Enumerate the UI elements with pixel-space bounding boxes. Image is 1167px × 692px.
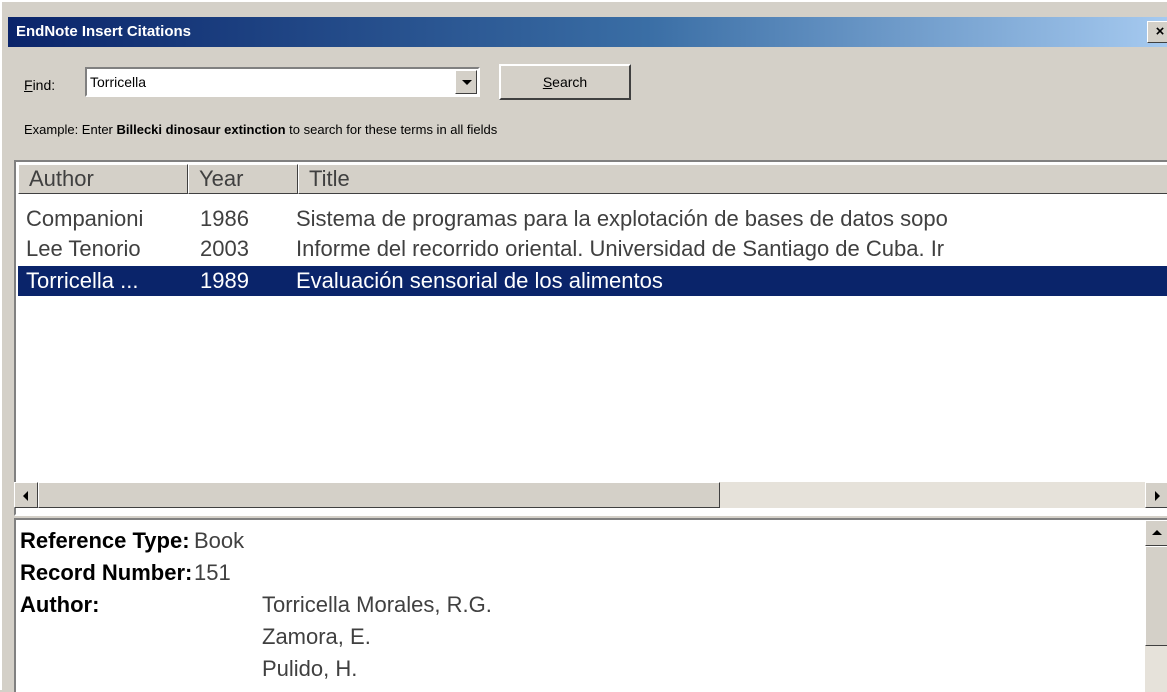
scroll-left-icon[interactable] — [14, 482, 38, 508]
list-item[interactable]: Companioni 1986 Sistema de programas par… — [18, 204, 1167, 234]
find-label-rest: ind: — [32, 77, 56, 93]
author-value: Torricella Morales, R.G. — [262, 592, 492, 617]
scroll-up-icon[interactable] — [1145, 520, 1167, 546]
example-terms: Billecki dinosaur extinction — [116, 122, 286, 137]
close-button[interactable]: × — [1147, 21, 1167, 43]
horizontal-scroll-thumb[interactable] — [38, 482, 720, 508]
vertical-scroll-thumb[interactable] — [1145, 546, 1167, 646]
record-number-label: Record Number: — [20, 560, 193, 585]
column-header-author[interactable]: Author — [18, 164, 188, 194]
cell-author: Lee Tenorio — [26, 236, 141, 261]
cell-year: 2003 — [200, 236, 249, 261]
reference-type-label: Reference Type: — [20, 528, 190, 553]
find-label: Find: — [24, 77, 55, 93]
example-prefix: Example: Enter — [24, 122, 117, 137]
author-value: Pulido, H. — [262, 656, 358, 681]
cell-title: Sistema de programas para la explotación… — [296, 206, 948, 231]
title-bar[interactable]: EndNote Insert Citations × — [8, 17, 1167, 47]
cell-title: Evaluación sensorial de los alimentos — [296, 268, 663, 293]
horizontal-scrollbar[interactable] — [14, 482, 1167, 508]
cell-year: 1986 — [200, 206, 249, 231]
author-value: Zamora, E. — [262, 624, 371, 649]
cell-year: 1989 — [200, 268, 249, 293]
cell-author: Torricella ... — [26, 268, 139, 293]
cell-author: Companioni — [26, 206, 144, 231]
results-list[interactable]: Author Year Title Companioni 1986 Sistem… — [14, 160, 1167, 516]
search-button-rest: earch — [552, 74, 588, 90]
record-number-value: 151 — [194, 560, 231, 585]
list-item[interactable]: Lee Tenorio 2003 Informe del recorrido o… — [18, 234, 1167, 264]
reference-type-value: Book — [194, 528, 245, 553]
find-label-accel: F — [24, 77, 33, 93]
cell-title: Informe del recorrido oriental. Universi… — [296, 236, 945, 261]
find-combobox[interactable] — [85, 67, 480, 97]
find-input[interactable] — [90, 72, 455, 92]
column-header-title[interactable]: Title — [298, 164, 1167, 194]
author-label: Author: — [20, 592, 100, 617]
reference-preview[interactable]: Reference Type: Book Record Number: 151 … — [14, 518, 1167, 692]
search-button[interactable]: Search — [499, 64, 631, 100]
find-dropdown-button[interactable] — [455, 70, 477, 94]
list-item-selected[interactable]: Torricella ... 1989 Evaluación sensorial… — [18, 266, 1167, 296]
example-hint: Example: Enter Billecki dinosaur extinct… — [24, 122, 497, 137]
example-suffix: to search for these terms in all fields — [285, 122, 498, 137]
scroll-right-icon[interactable] — [1145, 482, 1167, 508]
vertical-scrollbar[interactable] — [1145, 520, 1167, 692]
dialog-window: EndNote Insert Citations × Find: Search … — [0, 0, 1167, 692]
search-button-accel: S — [542, 74, 553, 90]
column-header-year[interactable]: Year — [188, 164, 298, 194]
window-title: EndNote Insert Citations — [16, 23, 192, 40]
